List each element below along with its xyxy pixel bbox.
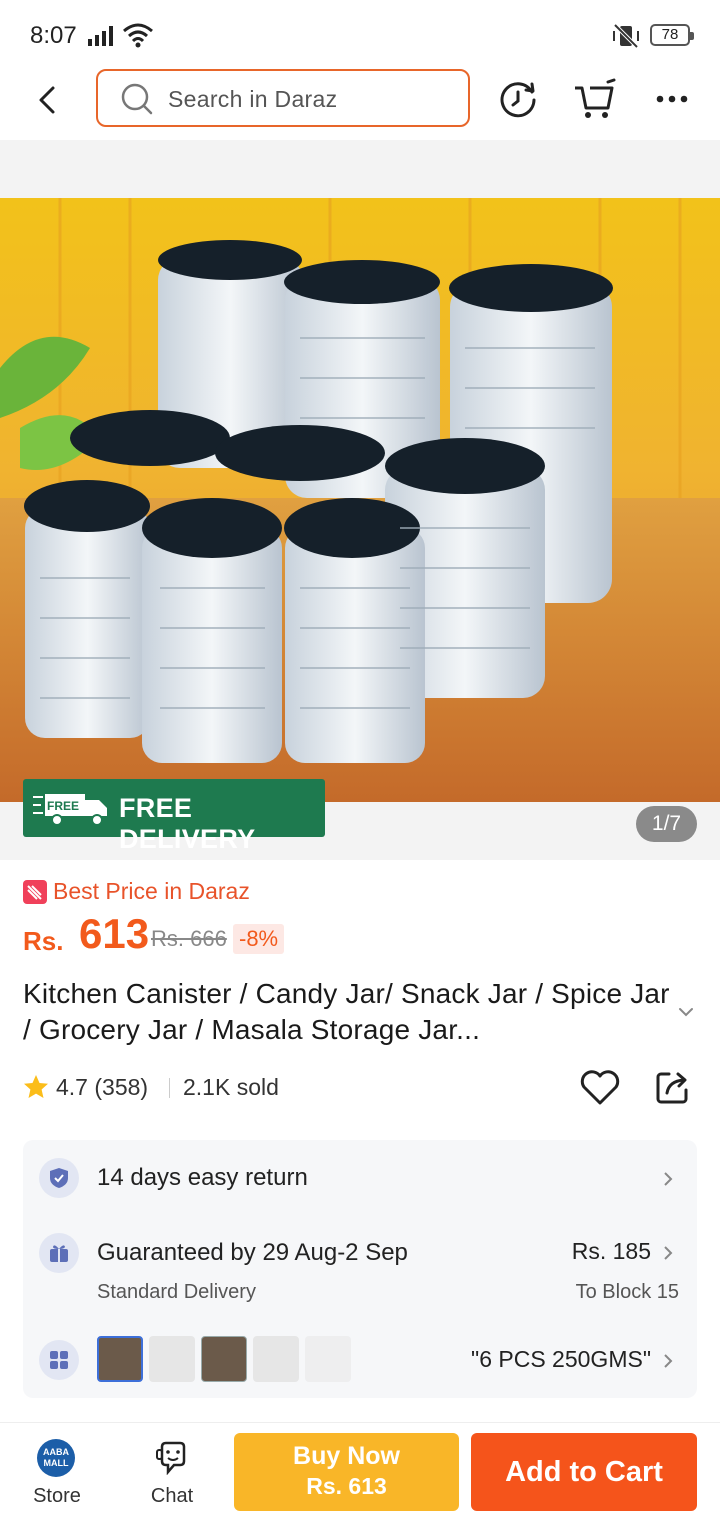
wifi-icon: [123, 23, 153, 48]
product-photo: [0, 198, 720, 802]
variant-thumbnail[interactable]: [253, 1336, 299, 1382]
buy-now-button[interactable]: Buy Now Rs. 613: [234, 1433, 459, 1511]
selected-variant: "6 PCS 250GMS": [471, 1346, 651, 1372]
battery-indicator: 78: [650, 24, 694, 46]
variant-thumbnail[interactable]: [305, 1336, 351, 1382]
guarantee-label: Guaranteed by 29 Aug-2 Sep: [97, 1239, 408, 1266]
variant-grid-icon: [50, 1351, 68, 1369]
chevron-down-icon[interactable]: [676, 1002, 696, 1022]
original-price: Rs. 666: [151, 926, 227, 951]
variant-thumbnail[interactable]: [201, 1336, 247, 1382]
delivery-type: Standard Delivery: [97, 1281, 256, 1303]
discount-badge: -8%: [233, 924, 285, 954]
delivery-info-card: 14 days easy return Guaranteed by 29 Aug…: [23, 1140, 697, 1398]
return-label: 14 days easy return: [97, 1164, 308, 1191]
vibrate-off-icon: [613, 23, 639, 49]
heart-icon[interactable]: [579, 1067, 621, 1107]
product-title: Kitchen Canister / Candy Jar/ Snack Jar …: [23, 978, 670, 1045]
signal-icon: [88, 26, 113, 46]
star-icon: [24, 1075, 48, 1098]
best-price-label: Best Price in Daraz: [53, 878, 250, 904]
search-input[interactable]: Search in Daraz: [96, 69, 470, 127]
variant-thumbnail[interactable]: [149, 1336, 195, 1382]
add-to-cart-button[interactable]: Add to Cart: [471, 1433, 697, 1511]
search-placeholder: Search in Daraz: [168, 86, 338, 112]
free-tag-text: FREE: [47, 799, 79, 813]
store-logo: AABA MALL: [37, 1439, 75, 1477]
store-label: Store: [33, 1485, 81, 1507]
search-icon: [121, 83, 153, 115]
truck-icon: FREE: [33, 794, 107, 826]
back-icon[interactable]: [28, 80, 68, 120]
buy-now-price: Rs. 613: [306, 1473, 387, 1499]
return-icon-wrap: [39, 1158, 79, 1198]
share-icon[interactable]: [653, 1068, 691, 1106]
status-bar: 8:07 78: [0, 0, 720, 64]
delivery-fee: Rs. 185: [571, 1238, 651, 1264]
status-time: 8:07: [30, 22, 77, 49]
top-bar: Search in Daraz: [0, 64, 720, 140]
chevron-right-icon: [664, 1246, 673, 1260]
buy-now-label: Buy Now: [293, 1442, 400, 1470]
best-price-icon: [23, 880, 47, 904]
history-icon[interactable]: [496, 78, 540, 122]
delivery-destination: To Block 15: [575, 1281, 679, 1303]
price-currency: Rs.: [23, 926, 64, 956]
image-top-spacer: [0, 140, 720, 198]
sold-count: 2.1K sold: [183, 1074, 279, 1100]
variant-icon-wrap: [39, 1340, 79, 1380]
rating-row: 4.7 (358) 2.1K sold: [23, 1070, 713, 1106]
store-button[interactable]: AABA MALL Store: [22, 1433, 92, 1513]
price-amount: 613: [79, 910, 150, 957]
bottom-action-bar: AABA MALL Store Chat Buy Now Rs. 613 Add…: [0, 1422, 720, 1520]
chat-icon: [156, 1441, 186, 1475]
chevron-right-icon: [664, 1172, 673, 1186]
chat-button[interactable]: Chat: [137, 1433, 207, 1513]
product-image[interactable]: [0, 198, 720, 802]
shield-check-icon: [50, 1168, 68, 1188]
price-row: Rs. 613 Rs. 666 -8%: [23, 908, 423, 960]
gift-icon: [50, 1245, 68, 1262]
free-delivery-label: FREE DELIVERY: [119, 793, 256, 854]
rating-value[interactable]: 4.7 (358): [56, 1074, 148, 1101]
more-icon[interactable]: [652, 84, 692, 114]
chevron-right-icon: [664, 1354, 673, 1368]
cart-icon[interactable]: [572, 76, 618, 122]
variant-thumbnail[interactable]: [97, 1336, 143, 1382]
divider: [169, 1078, 170, 1098]
image-counter: 1/7: [636, 806, 697, 842]
chat-label: Chat: [150, 1485, 194, 1507]
free-delivery-badge: FREE FREE DELIVERY: [23, 779, 325, 854]
gift-icon-wrap: [39, 1233, 79, 1273]
